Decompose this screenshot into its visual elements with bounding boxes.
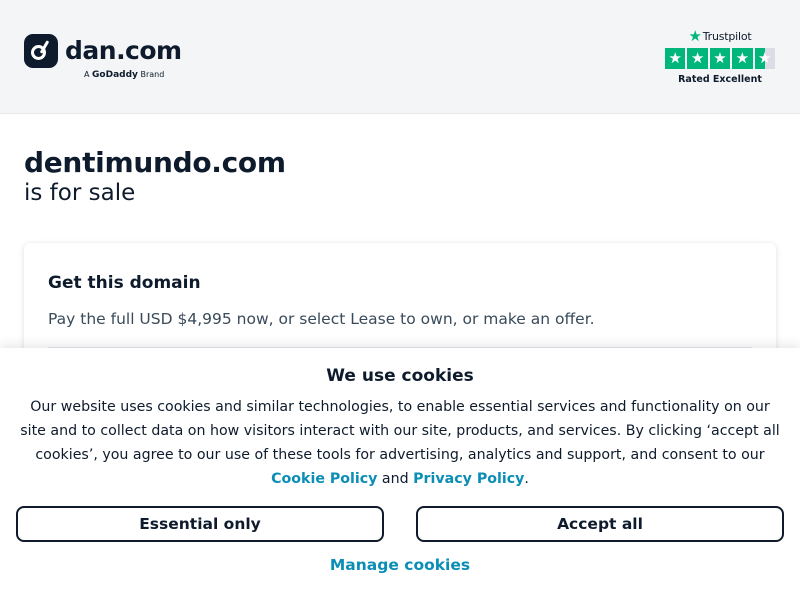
dan-logo-icon xyxy=(24,34,58,68)
trustpilot-widget[interactable]: ★ Trustpilot ★ ★ ★ ★ ★ Rated Excellent xyxy=(664,28,776,85)
card-title: Get this domain xyxy=(48,273,201,293)
star-icon: ★ xyxy=(665,48,686,69)
trustpilot-rating-stars: ★ ★ ★ ★ ★ xyxy=(664,48,776,69)
godaddy-brand-line: A GoDaddy Brand xyxy=(84,70,165,80)
cookie-banner: We use cookies Our website uses cookies … xyxy=(0,348,800,600)
star-icon: ★ xyxy=(709,48,731,69)
trustpilot-rating-text: Rated Excellent xyxy=(678,74,762,85)
cookie-title: We use cookies xyxy=(326,366,474,386)
essential-only-button[interactable]: Essential only xyxy=(16,506,384,542)
star-icon: ★ xyxy=(687,48,708,69)
half-star-icon: ★ xyxy=(754,48,775,69)
accept-all-button[interactable]: Accept all xyxy=(416,506,784,542)
for-sale-subtitle: is for sale xyxy=(24,180,136,206)
site-header: dan.com A GoDaddy Brand ★ Trustpilot ★ ★… xyxy=(0,0,800,114)
logo-text: dan.com xyxy=(65,36,182,65)
cookie-policy-link[interactable]: Cookie Policy xyxy=(271,471,377,487)
manage-cookies-link[interactable]: Manage cookies xyxy=(0,556,800,574)
trustpilot-star-icon: ★ xyxy=(688,27,702,45)
dan-logo[interactable]: dan.com xyxy=(24,34,182,68)
cookie-description: Our website uses cookies and similar tec… xyxy=(20,399,780,487)
privacy-policy-link[interactable]: Privacy Policy xyxy=(413,471,524,487)
domain-name-heading: dentimundo.com xyxy=(24,146,286,179)
card-description: Pay the full USD $4,995 now, or select L… xyxy=(48,310,595,328)
cookie-body-text: Our website uses cookies and similar tec… xyxy=(20,399,780,463)
trustpilot-name: Trustpilot xyxy=(702,29,752,43)
godaddy-brand-name: GoDaddy xyxy=(92,70,138,80)
star-icon: ★ xyxy=(732,48,753,69)
